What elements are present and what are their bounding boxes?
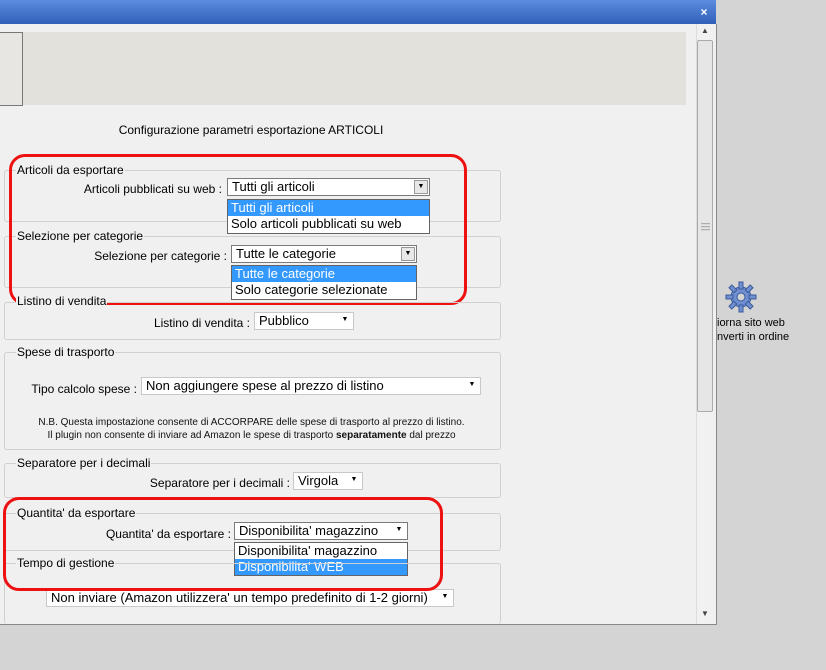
group-spese-label: Spese di trasporto — [16, 345, 116, 359]
toolbar-banner — [0, 32, 686, 105]
listino-select[interactable]: Pubblico ▼ — [254, 312, 354, 330]
page-title: Configurazione parametri esportazione AR… — [118, 123, 384, 137]
spese-field-label: Tipo calcolo spese : — [31, 382, 137, 396]
window-title-bar — [0, 0, 716, 24]
close-icon: × — [700, 5, 708, 19]
spese-note-line1: N.B. Questa impostazione consente di ACC… — [38, 417, 465, 428]
desktop-icon-label-1: iorna sito web — [717, 317, 785, 329]
listino-select-value: Pubblico — [259, 313, 309, 328]
listino-field-label: Listino di vendita : — [153, 316, 250, 330]
chevron-down-icon[interactable]: ▼ — [438, 591, 452, 605]
toolbar-button[interactable] — [0, 32, 23, 106]
group-listino-label: Listino di vendita — [16, 294, 108, 308]
chevron-down-icon[interactable]: ▼ — [465, 379, 479, 393]
highlight-box — [9, 154, 467, 305]
gear-icon[interactable] — [725, 281, 757, 313]
tempo-select-value: Non inviare (Amazon utilizzera' un tempo… — [51, 590, 428, 605]
chevron-down-icon[interactable]: ▼ — [338, 314, 352, 328]
group-separatore-label: Separatore per i decimali — [16, 456, 152, 470]
highlight-box — [3, 497, 443, 591]
scrollbar-grip: — — — — [701, 218, 710, 234]
tempo-select[interactable]: Non inviare (Amazon utilizzera' un tempo… — [46, 589, 454, 607]
close-button[interactable]: × — [696, 4, 712, 20]
separatore-select-value: Virgola — [298, 473, 339, 488]
scroll-down-arrow[interactable]: ▼ — [698, 609, 712, 618]
spese-select-value: Non aggiungere spese al prezzo di listin… — [146, 378, 384, 393]
separatore-select[interactable]: Virgola ▼ — [293, 472, 363, 490]
separatore-field-label: Separatore per i decimali : — [149, 476, 290, 490]
spese-note-line2: Il plugin non consente di inviare ad Ama… — [47, 430, 456, 441]
scroll-up-arrow[interactable]: ▲ — [698, 26, 712, 35]
desktop-icon-label-2: nverti in ordine — [717, 331, 790, 343]
spese-select[interactable]: Non aggiungere spese al prezzo di listin… — [141, 377, 481, 395]
chevron-down-icon[interactable]: ▼ — [347, 474, 361, 488]
